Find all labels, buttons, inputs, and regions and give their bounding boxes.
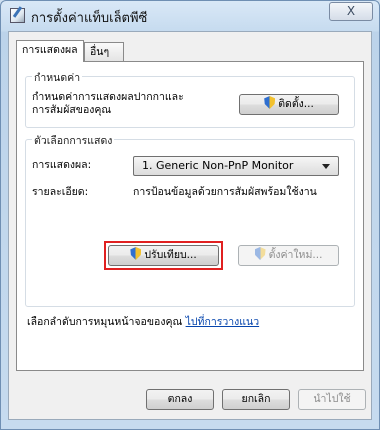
display-label: การแสดงผล: [32,159,92,171]
uac-shield-icon [130,247,142,260]
details-value: การป้อนข้อมูลด้วยการสัมผัสพร้อมใช้งาน [133,186,317,198]
display-options-group: ตัวเลือกการแสดง การแสดงผล: 1. Generic No… [25,132,355,307]
configure-description-line2: การสัมผัสของคุณ [32,104,112,116]
uac-shield-icon [254,247,266,260]
orientation-row: เลือกลำดับการหมุนหน้าจอของคุณ ไปที่การวา… [27,316,259,329]
configure-legend: กำหนดค่า [32,69,83,86]
tab-display[interactable]: การแสดงผล [16,40,84,62]
configure-description-line1: กำหนดค่าการแสดงผลปากกาและ [32,91,184,103]
tab-other[interactable]: อื่นๆ [84,42,124,61]
setup-button-label: ติดตั้ง... [278,98,314,110]
ok-button[interactable]: ตกลง [146,389,214,410]
window-title: การตั้งค่าแท็บเล็ตพีซี [31,11,148,26]
cancel-button[interactable]: ยกเลิก [222,389,290,410]
tablet-pc-settings-window: การตั้งค่าแท็บเล็ตพีซี X การแสดงผล อื่นๆ… [0,0,380,430]
reset-button[interactable]: ตั้งค่าใหม่... [238,245,339,266]
display-options-legend: ตัวเลือกการแสดง [32,132,115,149]
uac-shield-icon [264,96,276,109]
display-select[interactable]: 1. Generic Non-PnP Monitor [133,156,339,176]
calibrate-button-label: ปรับเทียบ... [144,249,197,261]
configure-group: กำหนดค่า กำหนดค่าการแสดงผลปากกาและ การสั… [25,69,355,128]
calibrate-button[interactable]: ปรับเทียบ... [108,245,219,266]
close-button[interactable]: X [329,2,373,21]
title-bar: การตั้งค่าแท็บเล็ตพีซี X [1,1,379,31]
display-tab-panel: กำหนดค่า กำหนดค่าการแสดงผลปากกาและ การสั… [16,61,364,371]
tablet-pen-icon [10,8,25,23]
orientation-text: เลือกลำดับการหมุนหน้าจอของคุณ [27,316,183,328]
orientation-link[interactable]: ไปที่การวางแนว [186,316,260,328]
setup-button[interactable]: ติดตั้ง... [239,94,339,115]
dialog-client-area: การแสดงผล อื่นๆ กำหนดค่า กำหนดค่าการแสดง… [8,31,372,420]
apply-button[interactable]: นำไปใช้ [298,389,366,410]
chevron-down-icon[interactable] [322,164,330,169]
display-select-value: 1. Generic Non-PnP Monitor [142,159,294,172]
details-label: รายละเอียด: [32,186,89,198]
reset-button-label: ตั้งค่าใหม่... [268,249,323,261]
